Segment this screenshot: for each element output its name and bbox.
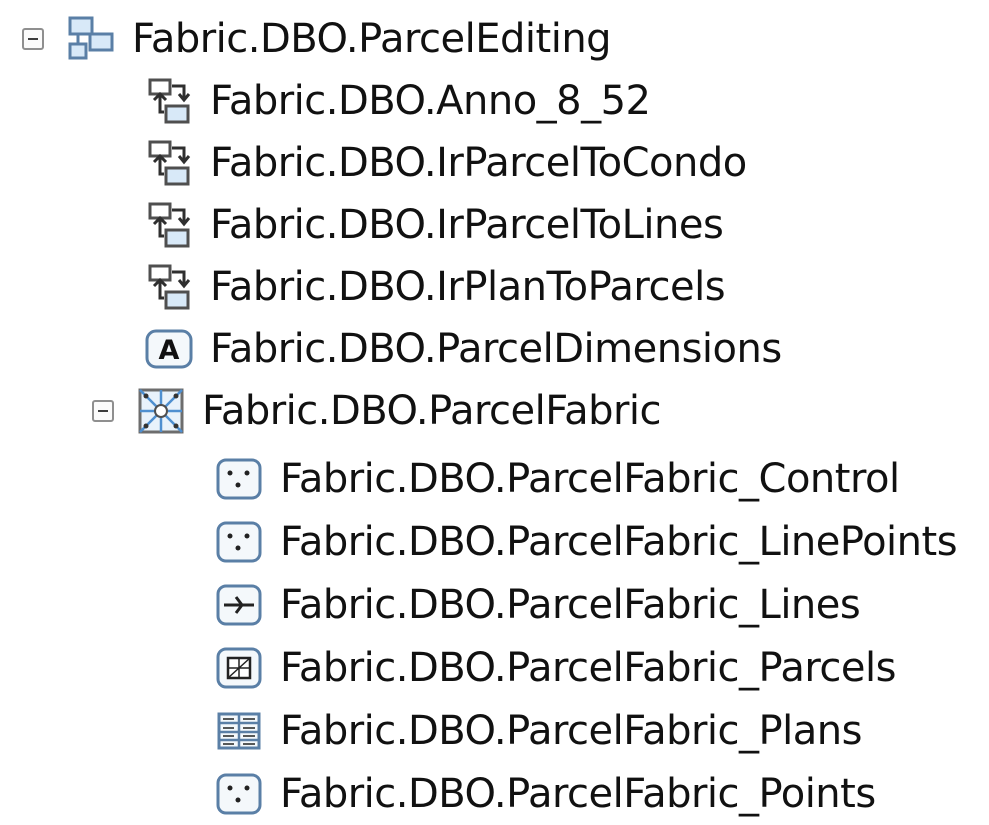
tree-node-label: Fabric.DBO.ParcelFabric_Points bbox=[280, 771, 876, 817]
parcel-fabric-icon bbox=[138, 388, 184, 434]
tree-node-parceldimensions[interactable]: A Fabric.DBO.ParcelDimensions bbox=[144, 318, 782, 380]
relationship-class-icon bbox=[148, 140, 191, 186]
tree-node-label: Fabric.DBO.ParcelFabric_LinePoints bbox=[280, 519, 958, 565]
tree-node-lrparceltolines[interactable]: Fabric.DBO.IrParcelToLines bbox=[144, 194, 724, 256]
tree-node-parcelfabric-lines[interactable]: Fabric.DBO.ParcelFabric_Lines bbox=[214, 574, 861, 636]
relationship-class-icon bbox=[148, 264, 191, 310]
point-feature-class-icon bbox=[216, 458, 262, 500]
tree-node-parcelfabric-points[interactable]: Fabric.DBO.ParcelFabric_Points bbox=[214, 763, 876, 825]
tree-node-anno-8-52[interactable]: Fabric.DBO.Anno_8_52 bbox=[144, 70, 651, 132]
tree-node-label: Fabric.DBO.Anno_8_52 bbox=[210, 78, 651, 124]
tree-node-label: Fabric.DBO.ParcelFabric_Plans bbox=[280, 708, 862, 754]
tree-node-label: Fabric.DBO.IrParcelToCondo bbox=[210, 140, 747, 186]
tree-node-parcelfabric-plans[interactable]: Fabric.DBO.ParcelFabric_Plans bbox=[214, 700, 862, 762]
tree-node-label: Fabric.DBO.ParcelFabric_Control bbox=[280, 456, 900, 502]
tree-node-label: Fabric.DBO.ParcelFabric bbox=[202, 388, 662, 434]
catalog-tree: Fabric.DBO.ParcelEditing Fabric.DBO.Anno… bbox=[0, 0, 989, 817]
tree-node-parcelfabric-linepoints[interactable]: Fabric.DBO.ParcelFabric_LinePoints bbox=[214, 511, 958, 573]
tree-node-parcelfabric-control[interactable]: Fabric.DBO.ParcelFabric_Control bbox=[214, 448, 900, 510]
line-feature-class-icon bbox=[216, 584, 262, 626]
relationship-class-icon bbox=[148, 78, 191, 124]
polygon-feature-class-icon bbox=[216, 647, 262, 689]
table-icon bbox=[217, 712, 261, 750]
point-feature-class-icon bbox=[216, 521, 262, 563]
tree-node-lrplantoparcels[interactable]: Fabric.DBO.IrPlanToParcels bbox=[144, 256, 726, 318]
tree-node-parcelfabric[interactable]: Fabric.DBO.ParcelFabric bbox=[92, 380, 662, 442]
collapse-toggle-icon[interactable] bbox=[22, 28, 44, 50]
tree-node-label: Fabric.DBO.IrParcelToLines bbox=[210, 202, 724, 248]
collapse-toggle-icon[interactable] bbox=[92, 400, 114, 422]
tree-node-label: Fabric.DBO.ParcelEditing bbox=[132, 16, 612, 62]
feature-dataset-icon bbox=[68, 16, 114, 60]
tree-node-label: Fabric.DBO.IrPlanToParcels bbox=[210, 264, 726, 310]
tree-node-label: Fabric.DBO.ParcelDimensions bbox=[210, 326, 782, 372]
tree-node-parcelfabric-parcels[interactable]: Fabric.DBO.ParcelFabric_Parcels bbox=[214, 637, 896, 699]
annotation-class-icon: A bbox=[145, 329, 193, 369]
relationship-class-icon bbox=[148, 202, 191, 248]
tree-node-parcel-editing[interactable]: Fabric.DBO.ParcelEditing bbox=[22, 8, 612, 70]
tree-node-label: Fabric.DBO.ParcelFabric_Parcels bbox=[280, 645, 896, 691]
tree-node-lrparceltocondo[interactable]: Fabric.DBO.IrParcelToCondo bbox=[144, 132, 747, 194]
tree-node-label: Fabric.DBO.ParcelFabric_Lines bbox=[280, 582, 861, 628]
annotation-letter: A bbox=[159, 335, 180, 366]
